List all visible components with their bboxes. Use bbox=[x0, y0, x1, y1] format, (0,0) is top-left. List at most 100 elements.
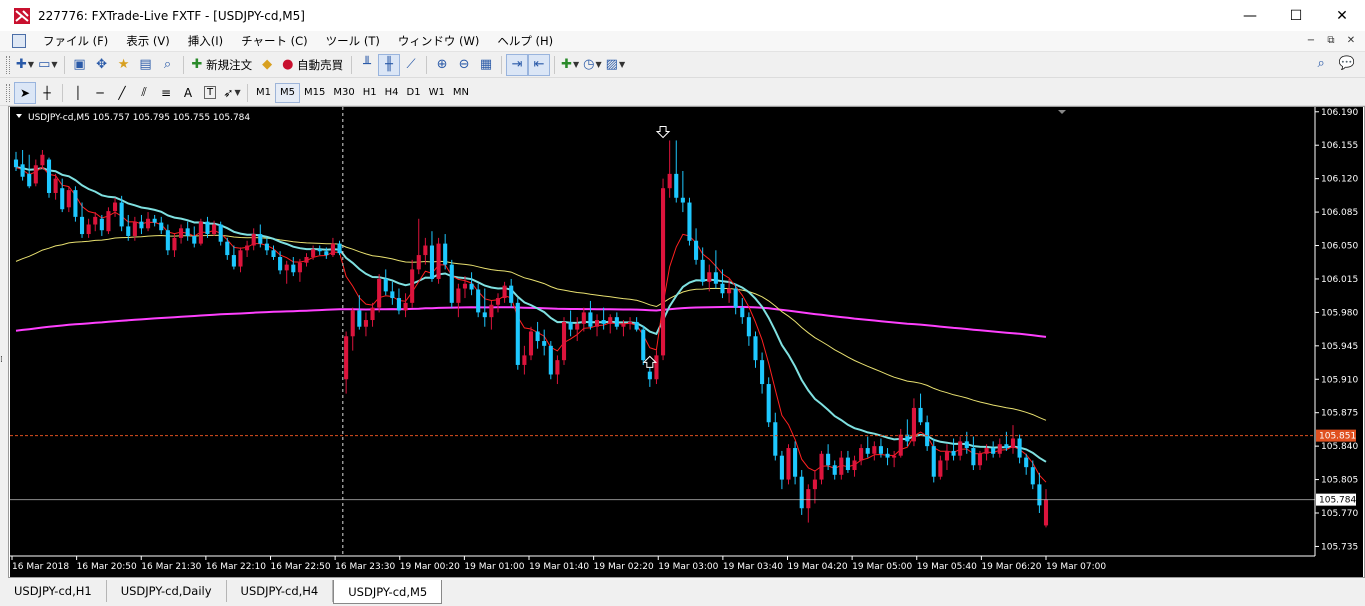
candle-bear bbox=[1017, 438, 1022, 458]
cursor-button[interactable]: ➤ bbox=[14, 81, 36, 104]
candle-bull bbox=[911, 407, 916, 442]
timeframe-m1[interactable]: M1 bbox=[252, 83, 275, 103]
candle-bull bbox=[370, 307, 375, 321]
text-button[interactable]: A bbox=[177, 82, 199, 104]
navigator-button[interactable]: ★ bbox=[113, 54, 135, 76]
candlestick-button[interactable]: ╫ bbox=[378, 53, 401, 76]
time-tick-label: 16 Mar 23:30 bbox=[335, 562, 395, 572]
candle-bull bbox=[561, 321, 567, 361]
metaeditor-button[interactable]: ◆ bbox=[256, 54, 278, 76]
timeframe-h1[interactable]: H1 bbox=[359, 83, 381, 103]
close-button[interactable]: ✕ bbox=[1319, 0, 1365, 31]
timeframe-m15[interactable]: M15 bbox=[300, 83, 329, 103]
periods-button[interactable]: ◷ ▼ bbox=[581, 54, 604, 76]
indicators-button[interactable]: ✚ ▼ bbox=[559, 54, 581, 76]
candle-bull bbox=[198, 221, 203, 244]
candle-bull bbox=[304, 256, 309, 263]
candle-bull bbox=[93, 216, 98, 225]
equidistant-channel-button[interactable]: ⫽ bbox=[133, 82, 155, 104]
fibonacci-button[interactable]: ≡ bbox=[155, 82, 177, 104]
zoom-in-button[interactable]: ⊕ bbox=[431, 54, 453, 76]
time-tick-label: 19 Mar 05:00 bbox=[852, 562, 912, 572]
new-chart-button[interactable]: ✚ ▼ bbox=[14, 54, 36, 76]
toolbar-grip[interactable] bbox=[6, 83, 10, 102]
candle-bear bbox=[766, 384, 771, 423]
candle-bear bbox=[641, 329, 646, 361]
splitter-handle[interactable]: ⁞ bbox=[0, 355, 8, 375]
menu-file[interactable]: ファイル (F) bbox=[34, 33, 117, 49]
profiles-button[interactable]: ▭ ▼ bbox=[36, 54, 59, 76]
minimize-button[interactable]: — bbox=[1227, 0, 1273, 31]
strategy-tester-button[interactable]: ⌕ bbox=[157, 54, 179, 76]
candle-bull bbox=[621, 323, 626, 327]
tab-usdjpy-m5[interactable]: USDJPY-cd,M5 bbox=[333, 580, 443, 604]
price-tick-label: 105.910 bbox=[1321, 375, 1358, 385]
candle-bull bbox=[363, 320, 368, 327]
menu-view[interactable]: 表示 (V) bbox=[117, 33, 179, 49]
dropdown-arrow-icon: ▼ bbox=[618, 60, 626, 69]
candle-bear bbox=[192, 235, 197, 244]
auto-trading-label: 自動売買 bbox=[297, 57, 344, 72]
time-tick-label: 19 Mar 04:20 bbox=[788, 562, 848, 572]
timeframe-d1[interactable]: D1 bbox=[403, 83, 425, 103]
candle-bear bbox=[826, 453, 831, 466]
trendline-button[interactable]: ╱ bbox=[111, 82, 133, 104]
candle-bull bbox=[245, 245, 250, 251]
mdi-restore-button[interactable]: ⧉ bbox=[1323, 34, 1339, 48]
dropdown-arrow-icon: ▼ bbox=[27, 60, 35, 69]
chart-shift-button[interactable]: ⇤ bbox=[528, 53, 551, 76]
menu-bar: ファイル (F) 表示 (V) 挿入(I) チャート (C) ツール (T) ウ… bbox=[0, 31, 1365, 52]
tab-usdjpy-h1[interactable]: USDJPY-cd,H1 bbox=[0, 580, 107, 602]
time-tick-label: 19 Mar 01:00 bbox=[464, 562, 524, 572]
arrows-button[interactable]: ➶ ▼ bbox=[221, 82, 243, 104]
text-label-button[interactable]: T bbox=[199, 82, 221, 104]
templates-icon: ▨ bbox=[605, 57, 618, 72]
tab-usdjpy-daily[interactable]: USDJPY-cd,Daily bbox=[107, 580, 227, 602]
timeframe-w1[interactable]: W1 bbox=[425, 83, 449, 103]
menu-window[interactable]: ウィンドウ (W) bbox=[389, 33, 489, 49]
candle-bear bbox=[357, 310, 362, 327]
zoom-out-button[interactable]: ⊖ bbox=[453, 54, 475, 76]
new-order-button[interactable]: ✚ 新規注文 bbox=[188, 54, 257, 76]
maximize-button[interactable]: ☐ bbox=[1273, 0, 1319, 31]
tab-usdjpy-h4[interactable]: USDJPY-cd,H4 bbox=[227, 580, 334, 602]
horizontal-line-button[interactable]: ─ bbox=[89, 82, 111, 104]
data-window-button[interactable]: ✥ bbox=[91, 54, 113, 76]
terminal-button[interactable]: ▤ bbox=[135, 54, 157, 76]
candle-bear bbox=[225, 241, 230, 256]
timeframe-mn[interactable]: MN bbox=[449, 83, 473, 103]
timeframe-m30[interactable]: M30 bbox=[329, 83, 358, 103]
menu-insert[interactable]: 挿入(I) bbox=[179, 33, 232, 49]
line-chart-button[interactable]: ⟋ bbox=[400, 54, 422, 76]
timeframe-h4[interactable]: H4 bbox=[381, 83, 403, 103]
candle-bear bbox=[865, 448, 870, 454]
menu-tools[interactable]: ツール (T) bbox=[317, 33, 389, 49]
new-chart-icon: ✚ bbox=[16, 57, 27, 72]
vertical-line-button[interactable]: │ bbox=[67, 82, 89, 104]
menu-help[interactable]: ヘルプ (H) bbox=[488, 33, 562, 49]
candle-bear bbox=[429, 245, 435, 279]
bar-chart-button[interactable]: ╨ bbox=[356, 54, 378, 76]
auto-scroll-button[interactable]: ⇥ bbox=[506, 53, 529, 76]
candle-bear bbox=[20, 164, 25, 177]
chat-icon[interactable]: 💬 bbox=[1339, 56, 1355, 71]
toolbar-grip[interactable] bbox=[6, 55, 10, 74]
bid-price-label: 105.851 bbox=[1319, 432, 1356, 442]
templates-button[interactable]: ▨ ▼ bbox=[604, 54, 627, 76]
profiles-icon: ▭ bbox=[38, 57, 51, 72]
search-icon[interactable]: ⌕ bbox=[1318, 56, 1325, 71]
candle-bull bbox=[344, 336, 349, 380]
crosshair-button[interactable]: ┼ bbox=[36, 82, 58, 104]
candle-bull bbox=[330, 243, 335, 256]
tile-windows-button[interactable]: ▦ bbox=[475, 54, 497, 76]
price-chart[interactable]: 105.851 105.784 106.190 106.155 106.120 106.… bbox=[10, 107, 1363, 577]
chart-window-icon[interactable] bbox=[12, 34, 26, 48]
mdi-close-button[interactable]: ✕ bbox=[1343, 34, 1359, 48]
candle-bear bbox=[258, 234, 263, 244]
timeframe-m5[interactable]: M5 bbox=[275, 82, 300, 103]
market-watch-button[interactable]: ▣ bbox=[69, 54, 91, 76]
candle-bull bbox=[502, 285, 507, 299]
mdi-minimize-button[interactable]: − bbox=[1303, 34, 1319, 48]
menu-chart[interactable]: チャート (C) bbox=[232, 33, 317, 49]
auto-trading-button[interactable]: ● 自動売買 bbox=[278, 54, 347, 76]
